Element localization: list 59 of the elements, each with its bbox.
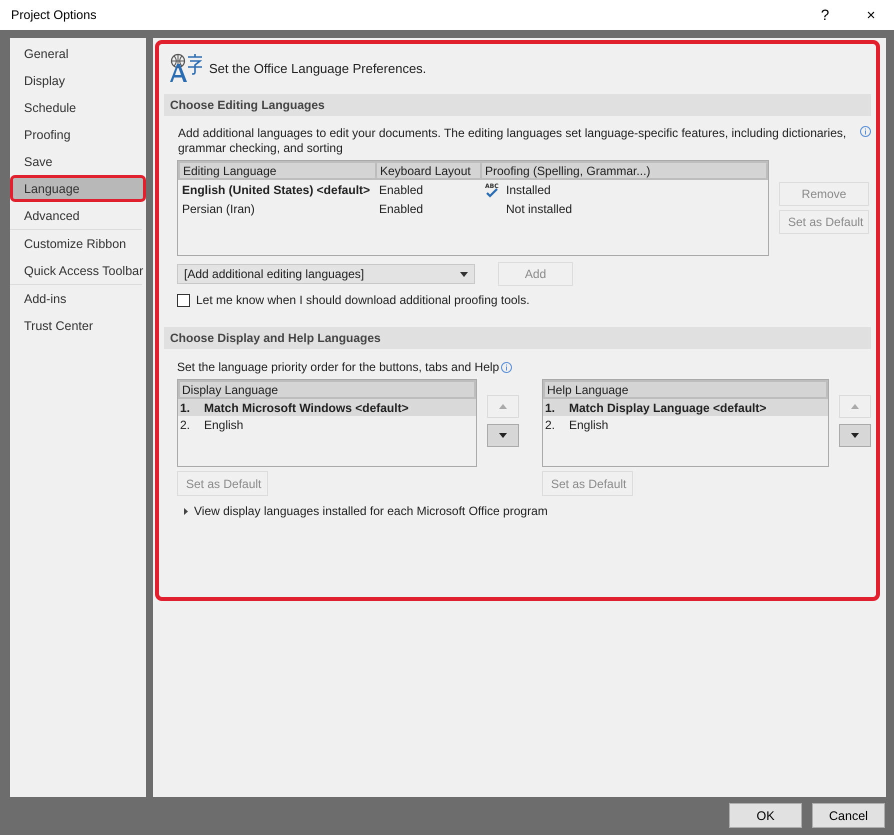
cancel-button[interactable]: Cancel <box>812 803 885 828</box>
sidebar-item[interactable]: Language <box>10 175 146 202</box>
sidebar-item[interactable]: General <box>10 40 142 67</box>
table-cell: Installed <box>506 182 551 196</box>
table-row[interactable]: Persian (Iran) Enabled Not installed <box>178 199 768 218</box>
section-header: Choose Display and Help Languages <box>164 327 871 349</box>
sidebar-item[interactable]: Display <box>10 67 142 94</box>
item-number: 2. <box>545 418 556 432</box>
move-down-button[interactable] <box>839 424 871 447</box>
sidebar-item[interactable]: Add-ins <box>10 285 142 312</box>
item-label: English <box>204 418 244 432</box>
move-down-button[interactable] <box>487 424 519 447</box>
up-arrow-icon <box>851 404 859 409</box>
description-text: Set the language priority order for the buttons, tabs and Help <box>177 360 500 374</box>
sidebar-item[interactable]: Proofing <box>10 121 142 148</box>
item-number: 2. <box>180 418 192 432</box>
checkbox[interactable] <box>177 294 190 306</box>
info-icon <box>501 362 512 372</box>
sidebar-item[interactable]: Save <box>10 148 142 175</box>
column-header: Keyboard Layout <box>377 163 482 178</box>
table-cell-text: English (United States) <default> <box>181 182 372 196</box>
column-header: Proofing (Spelling, Grammar...) <box>484 163 652 178</box>
column-header: Display Language <box>178 380 476 399</box>
sidebar-item[interactable]: Schedule <box>10 94 142 121</box>
table-cell-text: Persian (Iran) <box>181 202 256 216</box>
sidebar-item[interactable]: Quick Access Toolbar <box>10 257 142 284</box>
window-title: Project Options <box>11 8 98 22</box>
list-item[interactable]: 1. Match Microsoft Windows <default> <box>178 399 476 416</box>
checkbox-label: Let me know when I should download additional proofing tools. <box>196 293 530 307</box>
section-header: Choose Editing Languages <box>164 94 871 116</box>
language-icon <box>169 53 203 83</box>
sidebar-item[interactable]: Trust Center <box>10 312 142 339</box>
sidebar-item[interactable]: Advanced <box>10 202 142 229</box>
info-icon <box>860 126 871 137</box>
column-header: Help Language <box>543 380 828 399</box>
down-arrow-icon <box>851 433 859 438</box>
heading-text: Set the Office Language Preferences. <box>209 60 426 76</box>
dropdown-text: [Add additional editing languages] <box>184 267 364 281</box>
list-item[interactable]: 2. English <box>543 416 828 433</box>
item-label: Match Display Language <default> <box>569 400 766 414</box>
description-text: Add additional languages to edit your documents. The editing languages set language-specific features, including dictionaries, grammar checking, and sorting <box>178 126 848 156</box>
list-item[interactable]: 2. English <box>178 416 476 433</box>
item-label: English <box>569 418 608 432</box>
item-label: Match Microsoft Windows <default> <box>204 400 409 414</box>
item-number: 1. <box>545 400 556 414</box>
sidebar-item[interactable]: Customize Ribbon <box>10 230 142 257</box>
column-header: Editing Language <box>180 163 377 178</box>
down-arrow-icon <box>499 433 507 438</box>
expand-arrow-icon <box>184 508 188 514</box>
ok-button[interactable]: OK <box>729 803 802 828</box>
up-arrow-icon <box>499 404 507 409</box>
dropdown-caret-icon <box>460 272 468 276</box>
view-languages-link[interactable]: View display languages installed for each Microsoft Office program <box>194 504 548 518</box>
list-item[interactable]: 1. Match Display Language <default> <box>543 399 828 416</box>
table-cell-text: Enabled <box>378 202 424 216</box>
item-number: 1. <box>180 400 192 414</box>
table-cell-text: Enabled <box>378 182 424 196</box>
language-dropdown[interactable]: [Add additional editing languages] <box>177 264 475 284</box>
table-cell: Not installed <box>506 202 572 216</box>
